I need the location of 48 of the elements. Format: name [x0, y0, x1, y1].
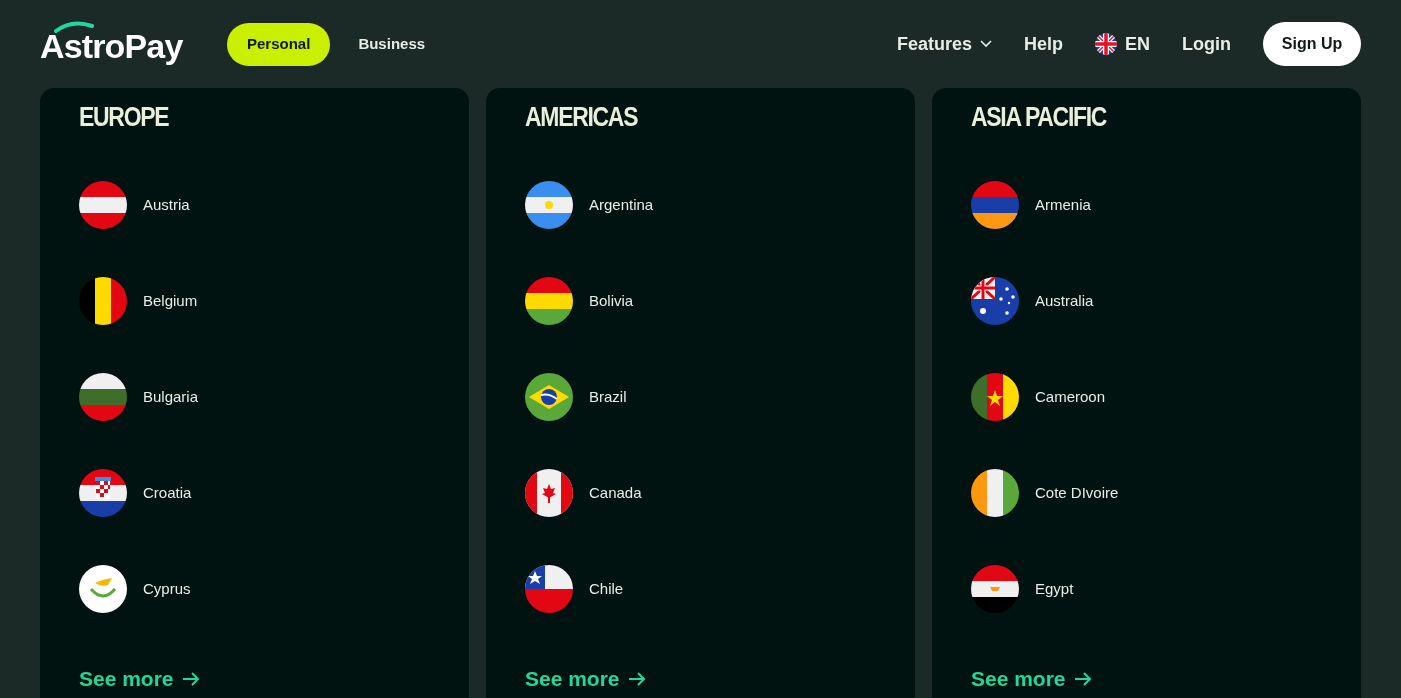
region-title: EUROPE: [79, 101, 169, 134]
flag-icon: [971, 277, 1019, 325]
country-name[interactable]: Cyprus: [143, 577, 191, 601]
chevron-down-icon: [980, 40, 992, 48]
flag-icon: [525, 565, 573, 613]
flag-icon: [971, 373, 1019, 421]
flag-icon: [79, 277, 127, 325]
country-name[interactable]: Armenia: [1035, 193, 1091, 217]
region-title: AMERICAS: [525, 101, 638, 134]
flag-icon: [971, 181, 1019, 229]
flag-icon: [79, 565, 127, 613]
nav-link[interactable]: Help: [1024, 30, 1063, 58]
arrow-right-icon: [181, 670, 200, 687]
flag-icon: [525, 277, 573, 325]
flag-icon: [525, 373, 573, 421]
arrow-right-icon: [627, 670, 646, 687]
flag-icon: [525, 469, 573, 517]
arrow-right-icon: [1073, 670, 1092, 687]
see-more-link[interactable]: See more: [525, 663, 646, 695]
country-name[interactable]: Argentina: [589, 193, 654, 217]
see-more-link[interactable]: See more: [971, 663, 1092, 695]
country-name[interactable]: Belgium: [143, 289, 198, 313]
country-name[interactable]: Croatia: [143, 481, 192, 505]
country-name[interactable]: Cameroon: [1035, 385, 1106, 409]
uk-flag-icon: [1095, 33, 1117, 55]
country-name[interactable]: Egypt: [1035, 577, 1074, 601]
see-more-link[interactable]: See more: [79, 663, 200, 695]
country-name[interactable]: Austria: [143, 193, 190, 217]
sign-up-button[interactable]: Sign Up: [1263, 22, 1361, 66]
flag-icon: [79, 469, 127, 517]
nav-tab[interactable]: Personal: [227, 22, 331, 66]
flag-icon: [79, 181, 127, 229]
region-title: ASIA PACIFIC: [971, 101, 1107, 134]
country-name[interactable]: Brazil: [589, 385, 627, 409]
country-name[interactable]: Bolivia: [589, 289, 634, 313]
nav-link[interactable]: Login: [1182, 30, 1231, 58]
flag-icon: [971, 469, 1019, 517]
country-name[interactable]: Cote DIvoire: [1035, 481, 1119, 505]
nav-tab[interactable]: Business: [338, 22, 446, 66]
language-selector[interactable]: EN: [1095, 30, 1150, 58]
country-name[interactable]: Canada: [589, 481, 642, 505]
flag-icon: [971, 565, 1019, 613]
country-name[interactable]: Australia: [1035, 289, 1094, 313]
country-name[interactable]: Chile: [589, 577, 624, 601]
flag-icon: [525, 181, 573, 229]
features-menu[interactable]: Features: [896, 30, 992, 58]
country-name[interactable]: Bulgaria: [143, 385, 199, 409]
flag-icon: [79, 373, 127, 421]
